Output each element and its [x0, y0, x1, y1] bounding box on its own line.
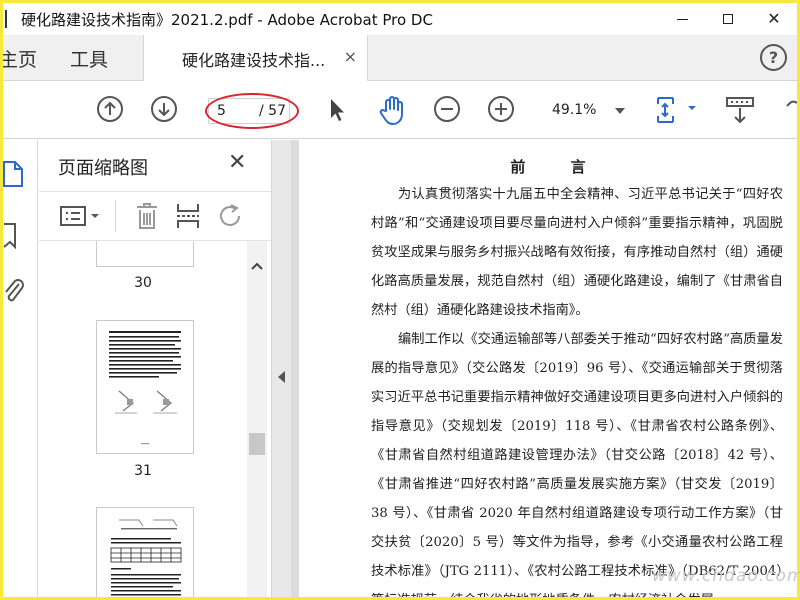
chevron-up-icon[interactable]: [251, 255, 263, 274]
previous-page-icon[interactable]: [96, 95, 124, 123]
tab-document[interactable]: 硬化路建设技术指... ×: [143, 35, 368, 82]
help-icon[interactable]: ?: [760, 44, 787, 71]
page-heading: 前 言: [510, 158, 606, 176]
minimize-button[interactable]: [659, 3, 705, 35]
maximize-button[interactable]: [705, 3, 751, 35]
tab-tools[interactable]: 工具: [70, 35, 108, 81]
rotate-page-icon[interactable]: [217, 202, 245, 234]
zoom-select[interactable]: 49.1%: [543, 99, 636, 123]
page-thumbnails-icon[interactable]: [3, 160, 25, 192]
watermark: www.chdao.com: [652, 566, 800, 586]
panel-title: 页面缩略图: [58, 158, 148, 179]
window-title: 硬化路建设技术指南》2021.2.pdf - Adobe Acrobat Pro…: [21, 10, 433, 29]
thumbnail-page-32[interactable]: [96, 507, 194, 597]
options-menu-icon[interactable]: [59, 204, 103, 232]
thumbnail-32-content: [110, 519, 182, 596]
highlight-ellipse: [205, 93, 299, 129]
thumbnail-list: 30 31: [39, 241, 247, 597]
paragraph-2: 编制工作以《交通运输部等八部委关于推动“四好农村路”高质量发展的指导意见》（交公…: [371, 332, 783, 597]
maximize-icon: [723, 14, 733, 24]
page-thumbnails-panel: 页面缩略图 ✕ 30 31: [39, 140, 271, 597]
side-rail: [3, 140, 38, 597]
paragraph-1: 为认真贯彻落实十九届五中全会精神、习近平总书记关于“四好农村路”和“交通建设项目…: [371, 187, 783, 318]
bookmark-icon[interactable]: [3, 222, 21, 254]
tab-close-icon[interactable]: ×: [344, 47, 357, 66]
close-icon: ✕: [767, 9, 781, 28]
panel-toolbar: [39, 191, 271, 241]
document-page: 前 言 为认真贯彻落实十九届五中全会精神、习近平总书记关于“四好农村路”和“交通…: [299, 140, 797, 597]
tab-document-label: 硬化路建设技术指...: [182, 50, 326, 70]
insert-page-icon[interactable]: [175, 202, 201, 234]
thumbnail-label-31: 31: [134, 463, 152, 479]
hand-tool-icon[interactable]: [377, 94, 409, 126]
tab-bar: 主页 工具 硬化路建设技术指... × ?: [3, 35, 797, 82]
thumbnail-page-30[interactable]: [96, 241, 194, 267]
minimize-icon: [676, 18, 688, 20]
panel-collapse-strip[interactable]: [271, 140, 291, 597]
app-icon: [5, 10, 15, 28]
select-arrow-icon[interactable]: [327, 97, 347, 123]
thumbnail-31-content: [109, 331, 181, 445]
panel-close-icon[interactable]: ✕: [228, 150, 246, 175]
acrobat-window: 硬化路建设技术指南》2021.2.pdf - Adobe Acrobat Pro…: [3, 3, 797, 597]
tab-home[interactable]: 主页: [3, 35, 37, 81]
toolbar: 5 / 57 49.1%: [3, 81, 797, 139]
document-gutter: [291, 140, 299, 597]
zoom-value: 49.1%: [552, 102, 597, 118]
chevron-down-icon: [615, 108, 625, 114]
scrollbar-thumb[interactable]: [249, 433, 265, 455]
thumbnail-page-31[interactable]: [96, 320, 194, 454]
thumbnail-scrollbar[interactable]: [247, 241, 267, 597]
title-bar: 硬化路建设技术指南》2021.2.pdf - Adobe Acrobat Pro…: [3, 3, 797, 35]
link-icon[interactable]: [785, 99, 797, 121]
attachment-icon[interactable]: [3, 276, 25, 310]
next-page-icon[interactable]: [150, 95, 178, 123]
panel-divider: [115, 200, 116, 232]
close-window-button[interactable]: ✕: [751, 3, 797, 35]
fit-page-icon[interactable]: [655, 94, 701, 126]
window-controls: ✕: [659, 3, 797, 35]
scroll-mode-icon[interactable]: [725, 96, 755, 126]
delete-page-icon[interactable]: [135, 202, 159, 234]
zoom-in-icon[interactable]: [487, 95, 515, 123]
thumbnail-label-30: 30: [134, 275, 152, 291]
zoom-out-icon[interactable]: [433, 95, 461, 123]
collapse-left-icon[interactable]: [278, 371, 285, 383]
